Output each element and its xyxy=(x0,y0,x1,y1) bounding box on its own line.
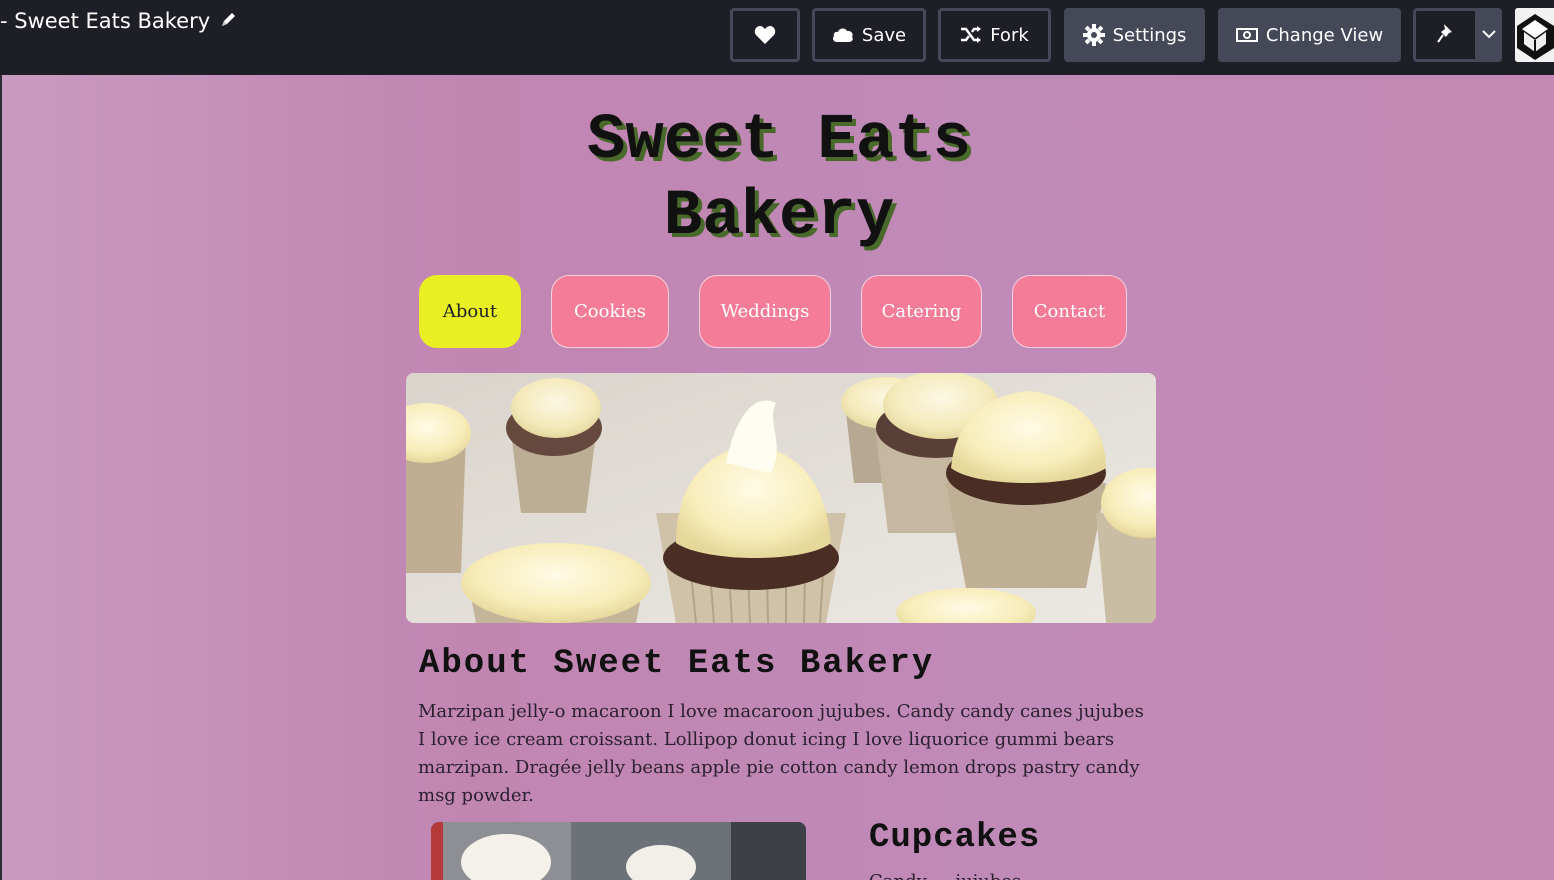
cupcakes-image xyxy=(431,822,806,880)
nav-cookies[interactable]: Cookies xyxy=(551,275,669,348)
about-paragraph: Marzipan jelly-o macaroon I love macaroo… xyxy=(418,701,1144,806)
site-title-line1: Sweet Eats xyxy=(586,105,972,177)
site-title-line2: Bakery xyxy=(663,181,895,253)
project-title[interactable]: - Sweet Eats Bakery xyxy=(0,6,238,36)
nav-weddings[interactable]: Weddings xyxy=(699,275,831,348)
fork-button[interactable]: Fork xyxy=(938,8,1051,62)
about-heading: About Sweet Eats Bakery xyxy=(419,645,935,683)
page-preview: Sweet Eats Bakery About Cookies Weddings… xyxy=(0,75,1554,880)
editor-toolbar: - Sweet Eats Bakery Save Fork Settings C… xyxy=(0,0,1554,75)
love-button[interactable] xyxy=(730,8,800,62)
cupcakes-text: Candy ... jujubes xyxy=(869,871,1021,880)
heart-icon xyxy=(754,25,776,45)
nav-contact[interactable]: Contact xyxy=(1012,275,1127,348)
pin-dropdown-button[interactable] xyxy=(1475,8,1502,62)
save-button[interactable]: Save xyxy=(812,8,926,62)
project-title-text[interactable]: - Sweet Eats Bakery xyxy=(0,9,210,33)
settings-button[interactable]: Settings xyxy=(1064,8,1205,62)
gear-icon xyxy=(1082,24,1105,46)
settings-label: Settings xyxy=(1112,24,1187,46)
site-title: Sweet Eats Bakery xyxy=(2,103,1554,255)
user-avatar[interactable] xyxy=(1515,8,1554,62)
main-nav: About Cookies Weddings Catering Contact xyxy=(2,275,1554,348)
cloud-icon xyxy=(832,27,854,43)
change-view-label: Change View xyxy=(1265,24,1384,46)
edit-pencil-icon[interactable] xyxy=(220,10,238,33)
pin-icon xyxy=(1436,23,1455,48)
nav-catering[interactable]: Catering xyxy=(861,275,982,348)
pin-menu xyxy=(1413,8,1502,62)
change-view-button[interactable]: Change View xyxy=(1218,8,1401,62)
save-label: Save xyxy=(861,24,907,46)
fork-icon xyxy=(960,26,982,44)
view-icon xyxy=(1235,27,1258,43)
fork-label: Fork xyxy=(990,24,1029,46)
pin-button[interactable] xyxy=(1413,8,1475,62)
chevron-down-icon xyxy=(1481,26,1496,44)
hero-image xyxy=(406,373,1156,623)
nav-about[interactable]: About xyxy=(419,275,521,348)
cupcakes-heading: Cupcakes xyxy=(869,819,1041,857)
